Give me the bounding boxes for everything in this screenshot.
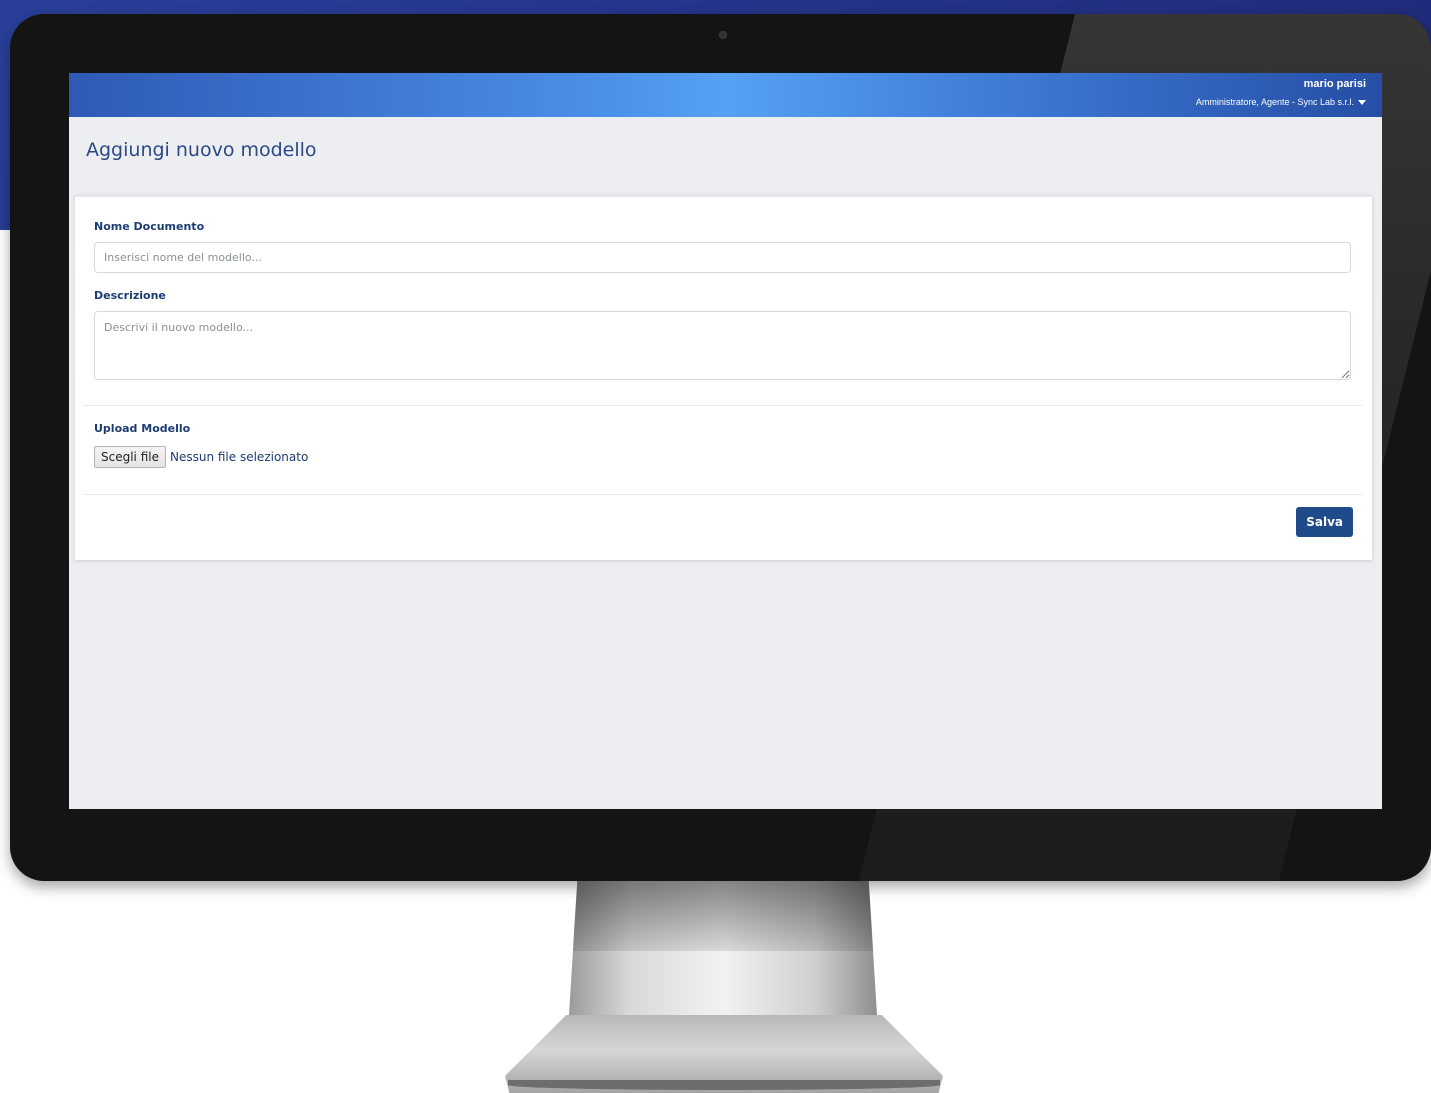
user-name[interactable]: mario parisi (1304, 78, 1366, 90)
monitor-mockup: mario parisi Amministratore, Agente - Sy… (0, 0, 1431, 1093)
section-divider (84, 405, 1363, 406)
monitor-bezel: mario parisi Amministratore, Agente - Sy… (10, 14, 1431, 881)
descrizione-textarea[interactable] (94, 311, 1351, 380)
nome-documento-input[interactable] (94, 242, 1351, 273)
choose-file-button[interactable]: Scegli file (94, 446, 166, 468)
file-upload-control[interactable]: Scegli file Nessun file selezionato (94, 446, 308, 468)
save-button[interactable]: Salva (1296, 507, 1353, 537)
upload-modello-label: Upload Modello (94, 422, 191, 435)
descrizione-label: Descrizione (94, 289, 166, 302)
user-menu[interactable]: Amministratore, Agente - Sync Lab s.r.l. (1196, 97, 1366, 107)
page-title: Aggiungi nuovo modello (86, 139, 317, 161)
camera-icon (719, 31, 727, 39)
monitor-stand-base-edge (508, 1080, 940, 1090)
top-navbar: mario parisi Amministratore, Agente - Sy… (69, 73, 1382, 117)
footer-divider (84, 494, 1363, 495)
user-role: Amministratore, Agente - Sync Lab s.r.l. (1195, 97, 1354, 107)
monitor-stand-shadow (572, 881, 874, 951)
file-status-text: Nessun file selezionato (169, 450, 309, 464)
caret-down-icon[interactable] (1358, 99, 1366, 105)
form-card: Nome Documento Descrizione Upload Modell… (75, 195, 1372, 560)
nome-documento-label: Nome Documento (94, 220, 205, 233)
app-screen: mario parisi Amministratore, Agente - Sy… (69, 73, 1382, 809)
